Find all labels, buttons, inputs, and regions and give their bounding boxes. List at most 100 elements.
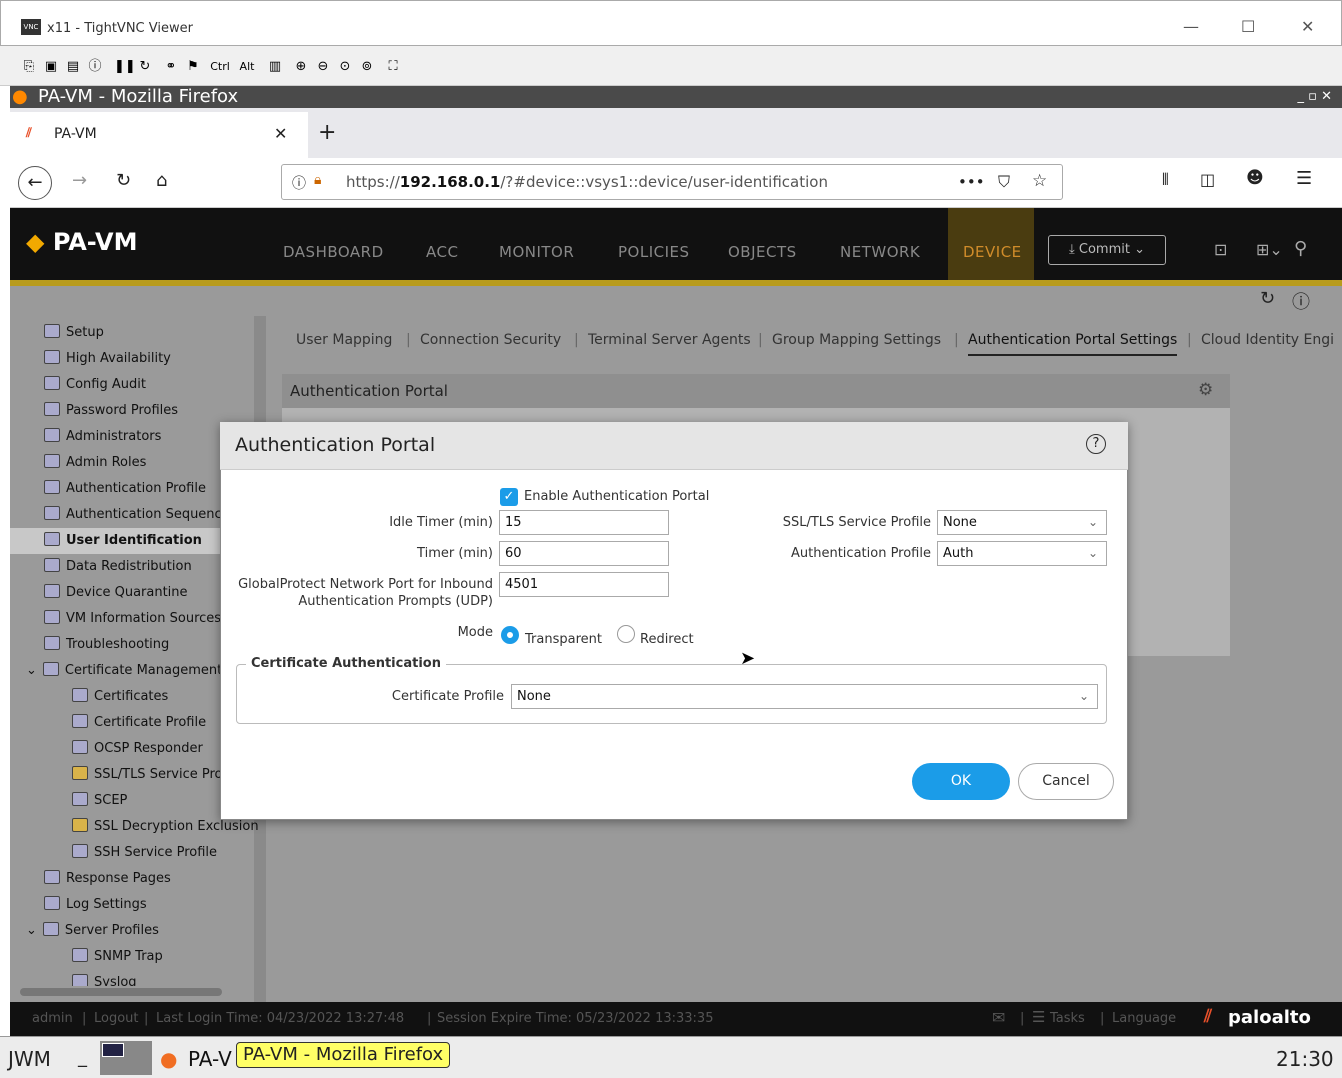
language-link[interactable]: Language: [1112, 1011, 1176, 1026]
nav-network[interactable]: NETWORK: [840, 243, 920, 261]
cert-profile-select[interactable]: None ⌄: [511, 684, 1098, 709]
nav-acc[interactable]: ACC: [426, 243, 458, 261]
url-text[interactable]: https://192.168.0.1/?#device::vsys1::dev…: [346, 173, 828, 191]
idle-timer-input[interactable]: 15: [499, 510, 669, 535]
info-icon[interactable]: ⓘ: [86, 58, 104, 76]
sidebar-item-administrators[interactable]: Administrators: [44, 424, 161, 450]
sidebar-item-config-audit[interactable]: Config Audit: [44, 372, 146, 398]
pocket-icon[interactable]: ⛉: [998, 172, 1010, 192]
cancel-button[interactable]: Cancel: [1018, 763, 1114, 800]
nav-objects[interactable]: OBJECTS: [728, 243, 797, 261]
new-connection-icon[interactable]: ⎘: [20, 58, 38, 76]
nav-policies[interactable]: POLICIES: [618, 243, 690, 261]
nav-dashboard[interactable]: DASHBOARD: [283, 243, 384, 261]
ssl-tls-profile-select[interactable]: None ⌄: [937, 510, 1107, 535]
sidebar-item-ssl-tls-service-profile[interactable]: SSL/TLS Service Profile: [72, 762, 242, 788]
back-button-icon[interactable]: ←: [18, 166, 52, 200]
site-info-icon[interactable]: ⓘ: [292, 173, 306, 193]
gp-port-input[interactable]: 4501: [499, 572, 669, 597]
sidebar-item-authentication-sequence[interactable]: Authentication Sequence: [44, 502, 230, 528]
search-icon[interactable]: ⚲: [1294, 238, 1307, 259]
tab-terminal-server-agents[interactable]: Terminal Server Agents: [588, 332, 751, 348]
sidebar-item-snmp-trap[interactable]: SNMP Trap: [72, 944, 163, 970]
sidebar-item-ocsp-responder[interactable]: OCSP Responder: [72, 736, 203, 762]
tab-cloud-identity-engine[interactable]: Cloud Identity Engi: [1201, 332, 1334, 348]
save-icon[interactable]: ▣: [42, 58, 60, 76]
sidebar-toggle-icon[interactable]: ◫: [1200, 170, 1215, 189]
sidebar-item-syslog[interactable]: Syslog: [72, 970, 137, 986]
fullscreen-icon[interactable]: ⛶: [384, 58, 402, 76]
save-config-icon[interactable]: ⊞⌄: [1256, 240, 1283, 259]
sidebar-item-certificate-management[interactable]: ⌄ Certificate Management: [26, 658, 222, 684]
tab-connection-security[interactable]: Connection Security: [420, 332, 561, 348]
ok-button[interactable]: OK: [912, 763, 1010, 800]
maximize-icon[interactable]: ☐: [1241, 17, 1255, 36]
auth-profile-select[interactable]: Auth ⌄: [937, 541, 1107, 566]
commit-button[interactable]: ⤓ Commit ⌄: [1048, 235, 1166, 265]
home-icon[interactable]: ⌂: [156, 170, 167, 191]
refresh-icon[interactable]: ↻: [136, 58, 154, 76]
menu-icon[interactable]: ☰: [1296, 168, 1312, 189]
mode-transparent-radio[interactable]: [501, 626, 519, 644]
sidebar-item-server-profiles[interactable]: ⌄ Server Profiles: [26, 918, 159, 944]
logout-link[interactable]: Logout: [94, 1011, 139, 1026]
tab-group-mapping-settings[interactable]: Group Mapping Settings: [772, 332, 941, 348]
sidebar-item-log-settings[interactable]: Log Settings: [44, 892, 147, 918]
zoom-out-icon[interactable]: ⊖: [314, 58, 332, 76]
forward-button-icon[interactable]: →: [72, 170, 87, 191]
lock-config-icon[interactable]: ⊡: [1214, 240, 1227, 259]
minimize-icon[interactable]: —: [1183, 17, 1199, 36]
close-icon[interactable]: ✕: [1301, 17, 1314, 36]
sidebar-item-high-availability[interactable]: High Availability: [44, 346, 171, 372]
help-icon[interactable]: ⓘ: [1292, 288, 1310, 314]
sidebar-item-certificates[interactable]: Certificates: [72, 684, 168, 710]
tab-user-mapping[interactable]: User Mapping: [296, 332, 392, 348]
window-controls[interactable]: _ ▫ ✕: [1298, 86, 1332, 108]
pause-icon[interactable]: ❚❚: [114, 58, 136, 76]
nav-device[interactable]: DEVICE: [963, 243, 1022, 261]
taskbar-app-title[interactable]: PA-V: [188, 1047, 232, 1071]
ctrl-alt-del-icon[interactable]: ⚭: [162, 58, 180, 76]
refresh-page-icon[interactable]: ↻: [1260, 288, 1275, 309]
ctrl-key-button[interactable]: Ctrl: [206, 58, 234, 76]
reload-icon[interactable]: ↻: [116, 170, 131, 191]
account-icon[interactable]: ☻: [1246, 168, 1264, 188]
tab-close-icon[interactable]: ✕: [274, 124, 287, 143]
alt-key-button[interactable]: Alt: [236, 58, 258, 76]
timer-input[interactable]: 60: [499, 541, 669, 566]
sidebar-item-scep[interactable]: SCEP: [72, 788, 127, 814]
zoom-100-icon[interactable]: ⊙: [336, 58, 354, 76]
sidebar-item-password-profiles[interactable]: Password Profiles: [44, 398, 178, 424]
gear-icon[interactable]: ⚙: [1198, 380, 1213, 400]
workspace-1[interactable]: [102, 1043, 124, 1057]
bookmark-star-icon[interactable]: ☆: [1032, 171, 1047, 191]
sidebar-item-setup[interactable]: Setup: [44, 320, 104, 346]
sidebar-item-admin-roles[interactable]: Admin Roles: [44, 450, 146, 476]
clipboard-icon[interactable]: ▥: [266, 58, 284, 76]
sidebar-item-certificate-profile[interactable]: Certificate Profile: [72, 710, 206, 736]
workspace-switcher[interactable]: [100, 1041, 152, 1075]
sidebar-item-device-quarantine[interactable]: Device Quarantine: [44, 580, 188, 606]
sidebar-item-ssh-service-profile[interactable]: SSH Service Profile: [72, 840, 217, 866]
help-icon[interactable]: ?: [1086, 434, 1106, 454]
tasks-link[interactable]: Tasks: [1050, 1011, 1085, 1026]
library-icon[interactable]: ⫴: [1162, 170, 1169, 190]
sidebar-item-data-redistribution[interactable]: Data Redistribution: [44, 554, 192, 580]
sidebar-item-response-pages[interactable]: Response Pages: [44, 866, 171, 892]
zoom-auto-icon[interactable]: ⊚: [358, 58, 376, 76]
sidebar-item-authentication-profile[interactable]: Authentication Profile: [44, 476, 206, 502]
enable-auth-portal-checkbox[interactable]: ✓: [500, 488, 518, 506]
browser-tab[interactable]: ⫽ PA-VM ✕: [10, 112, 308, 158]
sidebar-item-user-identification[interactable]: User Identification: [10, 528, 254, 554]
page-actions-icon[interactable]: •••: [958, 173, 985, 191]
zoom-in-icon[interactable]: ⊕: [292, 58, 310, 76]
sidebar-hscrollbar[interactable]: [20, 988, 222, 996]
mode-redirect-radio[interactable]: [617, 625, 635, 643]
nav-monitor[interactable]: MONITOR: [499, 243, 574, 261]
new-tab-icon[interactable]: +: [318, 120, 336, 145]
sidebar-item-troubleshooting[interactable]: Troubleshooting: [44, 632, 169, 658]
url-bar[interactable]: ⓘ 🔒︎ https://192.168.0.1/?#device::vsys1…: [281, 164, 1063, 200]
jwm-menu-button[interactable]: JWM: [8, 1047, 51, 1071]
tab-authentication-portal-settings[interactable]: Authentication Portal Settings: [968, 332, 1178, 356]
sidebar-item-vm-information-sources[interactable]: VM Information Sources: [44, 606, 221, 632]
